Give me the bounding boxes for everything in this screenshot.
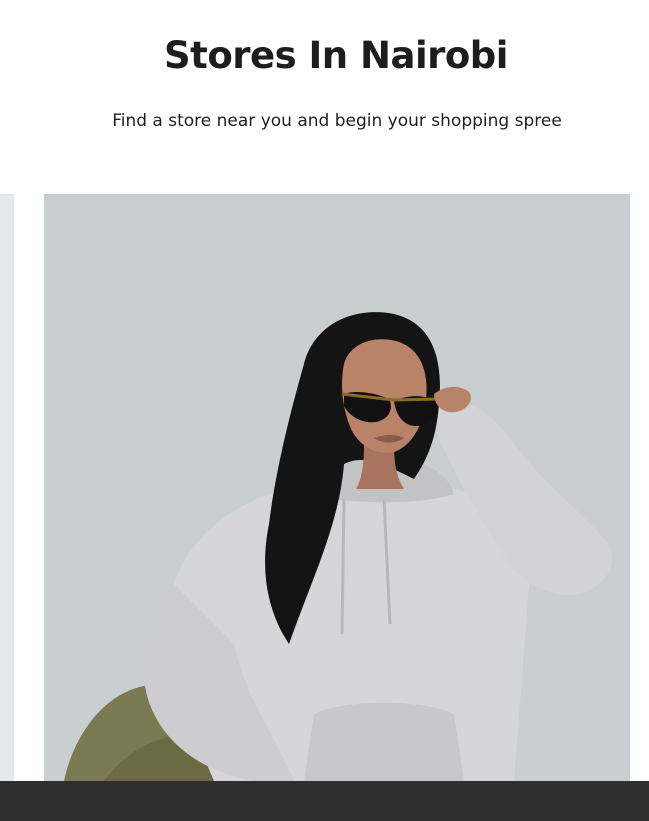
model-photo-icon [44,194,630,781]
bottom-bar [0,781,649,821]
page-subtitle: Find a store near you and begin your sho… [112,111,562,131]
store-slide-image[interactable] [44,194,630,781]
previous-slide-peek[interactable] [0,194,14,781]
store-image-carousel[interactable] [0,194,649,781]
page-title: Stores In Nairobi [164,34,508,77]
